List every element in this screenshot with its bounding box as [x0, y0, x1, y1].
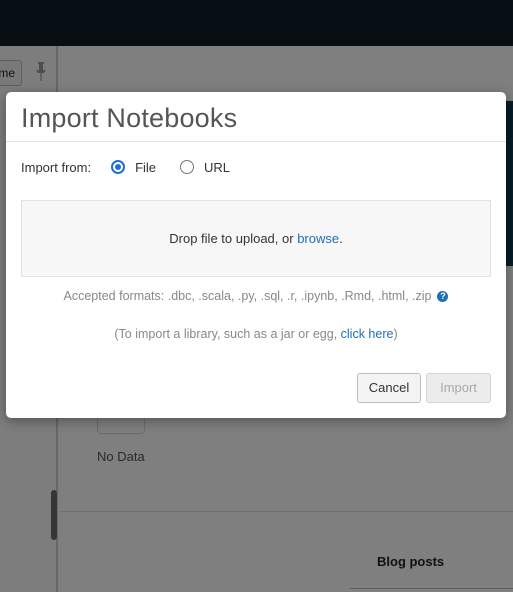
file-dropzone[interactable]: Drop file to upload, or browse. — [21, 200, 491, 277]
dropzone-text: Drop file to upload, or — [169, 231, 294, 246]
library-import-hint: (To import a library, such as a jar or e… — [6, 327, 506, 341]
url-radio[interactable] — [180, 160, 195, 174]
import-source-row: Import from: File URL — [21, 158, 254, 176]
browse-link[interactable]: browse — [297, 231, 339, 246]
dropzone-suffix: . — [339, 231, 343, 246]
file-radio-label[interactable]: File — [135, 160, 156, 175]
library-hint-suffix: ) — [393, 327, 398, 341]
click-here-link[interactable]: click here — [341, 327, 394, 341]
url-radio-label[interactable]: URL — [204, 160, 230, 175]
dialog-header: Import Notebooks — [6, 92, 506, 142]
file-radio[interactable] — [111, 160, 126, 174]
import-source-radio-group: File URL — [111, 160, 254, 175]
help-icon[interactable]: ? — [437, 290, 449, 302]
cancel-button[interactable]: Cancel — [357, 373, 421, 403]
import-notebooks-dialog: Import Notebooks Import from: File URL D… — [6, 92, 506, 418]
library-hint-prefix: (To import a library, such as a jar or e… — [114, 327, 341, 341]
accepted-formats-row: Accepted formats: .dbc, .scala, .py, .sq… — [6, 289, 506, 303]
dialog-title: Import Notebooks — [21, 103, 238, 133]
import-button[interactable]: Import — [426, 373, 491, 403]
accepted-formats-text: Accepted formats: .dbc, .scala, .py, .sq… — [63, 289, 432, 303]
import-from-label: Import from: — [21, 159, 92, 175]
